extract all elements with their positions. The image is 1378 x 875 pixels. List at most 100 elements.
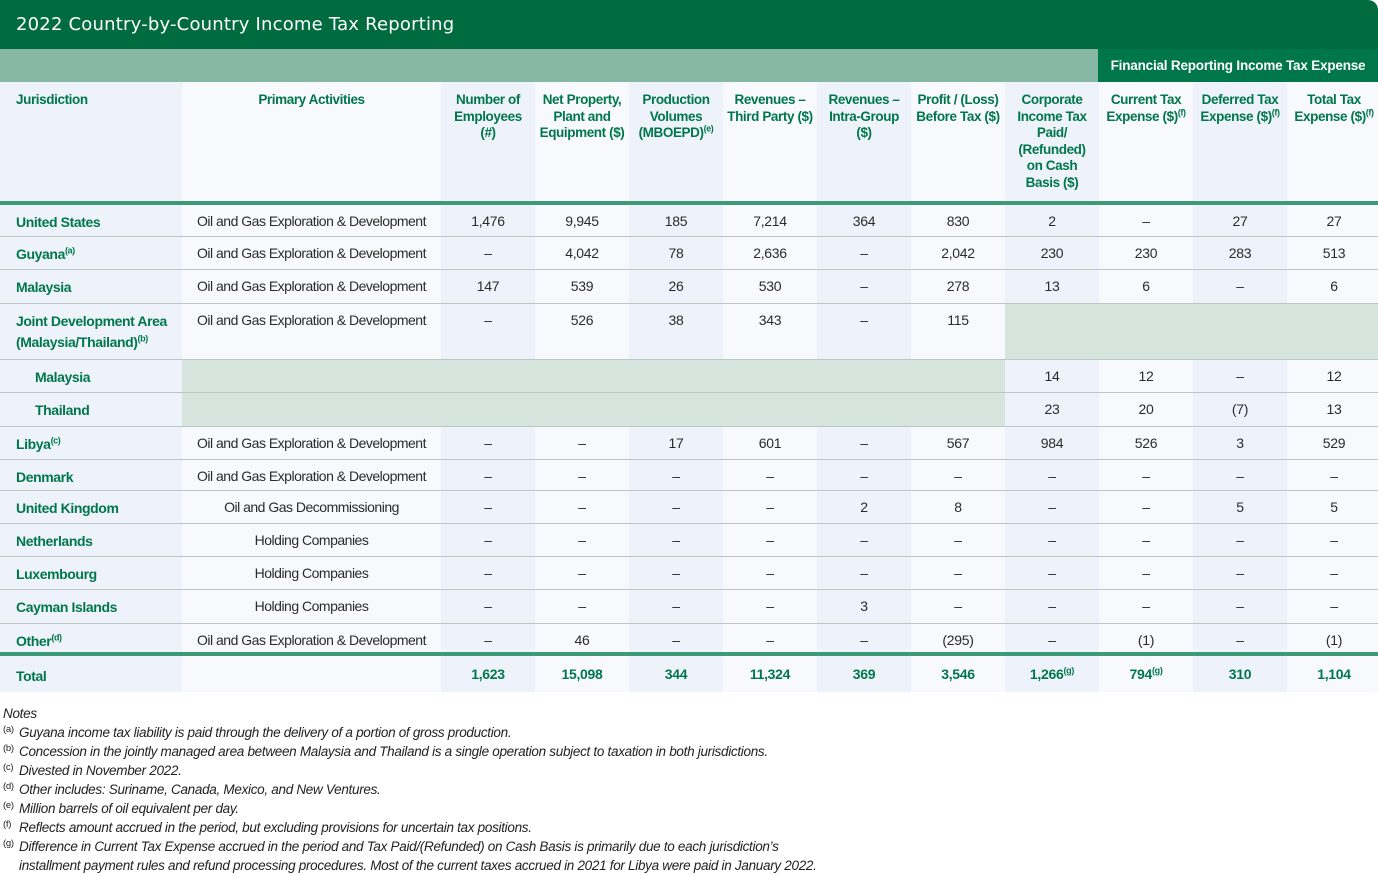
cell-tax-paid: 2 — [1005, 203, 1099, 237]
cell-rev-third: 530 — [723, 269, 817, 304]
cell-jurisdiction: Joint Development Area (Malaysia/Thailan… — [0, 303, 182, 360]
footnote-b: (b) Concession in the jointly managed are… — [3, 743, 768, 759]
cell-total-tax: 12 — [1287, 359, 1378, 393]
cell-total-tax: – — [1287, 589, 1378, 624]
cell-tax-paid: – — [1005, 623, 1099, 655]
cell-tax-paid: 14 — [1005, 359, 1099, 393]
total-deferred-tax: 310 — [1193, 654, 1287, 692]
cell-jurisdiction: Luxembourg — [0, 556, 182, 590]
cell-current-tax: 526 — [1099, 426, 1193, 460]
cell-activity: Holding Companies — [182, 523, 441, 557]
cell-deferred-tax: 283 — [1193, 236, 1287, 270]
footnote-ref: (a) — [64, 244, 75, 255]
cell-employees: – — [441, 303, 535, 360]
footnote-ref: (c) — [50, 434, 61, 445]
cell-ppe: 9,945 — [535, 203, 629, 237]
cell-tax-paid: 13 — [1005, 269, 1099, 304]
total-profit: 3,546 — [911, 654, 1005, 692]
cell-production: – — [629, 490, 723, 524]
total-production: 344 — [629, 654, 723, 692]
cell-ppe: 46 — [535, 623, 629, 655]
col-header-current-tax: Current Tax Expense ($)(f) — [1099, 82, 1193, 203]
cell-rev-third: 2,636 — [723, 236, 817, 270]
cell-activity: Holding Companies — [182, 589, 441, 624]
cell-profit: (295) — [911, 623, 1005, 655]
cell-jurisdiction: United Kingdom — [0, 490, 182, 524]
footnote-ref: (e) — [703, 123, 714, 134]
cell-deferred-tax: – — [1193, 523, 1287, 557]
page-title: 2022 Country-by-Country Income Tax Repor… — [0, 0, 1378, 49]
footnote-d: (d) Other includes: Suriname, Canada, Mex… — [3, 781, 381, 797]
cell-rev-intra: – — [817, 623, 911, 655]
cell-activity: Oil and Gas Exploration & Development — [182, 303, 441, 360]
cell-production: 17 — [629, 426, 723, 460]
cell-deferred-tax: – — [1193, 359, 1287, 393]
col-header-employees: Number of Employees (#) — [441, 82, 535, 203]
cell-deferred-tax: 3 — [1193, 426, 1287, 460]
footnote-ref: (b) — [137, 332, 149, 343]
cell-current-tax: 12 — [1099, 359, 1193, 393]
footnote-ref: (d) — [51, 631, 62, 642]
col-header-jurisdiction: Jurisdiction — [0, 82, 182, 203]
cell-production: – — [629, 589, 723, 624]
cell-jurisdiction: Guyana(a) — [0, 236, 182, 270]
cell-total-tax: 5 — [1287, 490, 1378, 524]
cell-rev-third: – — [723, 523, 817, 557]
footnote-e: (e) Million barrels of oil equivalent per… — [3, 800, 239, 816]
cell-deferred-tax: – — [1193, 623, 1287, 655]
cell-production: 38 — [629, 303, 723, 360]
footnote-f: (f) Reflects amount accrued in the period… — [3, 819, 532, 835]
table-row: United Kingdom Oil and Gas Decommissioni… — [0, 490, 1378, 524]
total-row: Total 1,623 15,098 344 11,324 369 3,546 … — [0, 654, 1378, 692]
cell-profit: 567 — [911, 426, 1005, 460]
col-header-production: Production Volumes (MBOEPD)(e) — [629, 82, 723, 203]
col-header-revenues-intra-group: Revenues – Intra-Group ($) — [817, 82, 911, 203]
table-row: Luxembourg Holding Companies – – – – – –… — [0, 556, 1378, 590]
cell-employees: – — [441, 623, 535, 655]
cell-activity: Oil and Gas Decommissioning — [182, 490, 441, 524]
table-row: Libya(c) Oil and Gas Exploration & Devel… — [0, 426, 1378, 460]
cell-jurisdiction: Malaysia — [0, 359, 182, 393]
total-rev-intra: 369 — [817, 654, 911, 692]
cell-rev-intra: – — [817, 426, 911, 460]
cell-rev-third: – — [723, 589, 817, 624]
cell-current-tax: – — [1099, 556, 1193, 590]
cell-tax-paid: – — [1005, 556, 1099, 590]
cell-employees: 1,476 — [441, 203, 535, 237]
footnote-c: (c) Divested in November 2022. — [3, 762, 182, 778]
total-total-tax: 1,104 — [1287, 654, 1378, 692]
cell-employees: – — [441, 236, 535, 270]
cell-profit: 2,042 — [911, 236, 1005, 270]
cell-tax-paid: – — [1005, 589, 1099, 624]
cell-ppe: – — [535, 490, 629, 524]
cell-profit: 278 — [911, 269, 1005, 304]
cell-rev-third: 7,214 — [723, 203, 817, 237]
cell-profit: 115 — [911, 303, 1005, 360]
col-header-deferred-tax: Deferred Tax Expense ($)(f) — [1193, 82, 1287, 203]
cell-total-tax: – — [1287, 523, 1378, 557]
cell-deferred-tax: (7) — [1193, 392, 1287, 427]
cell-deferred-tax: – — [1193, 589, 1287, 624]
cell-rev-third: – — [723, 556, 817, 590]
cell-activity: Oil and Gas Exploration & Development — [182, 426, 441, 460]
col-header-profit-before-tax: Profit / (Loss) Before Tax ($) — [911, 82, 1005, 203]
table-row: Guyana(a) Oil and Gas Exploration & Deve… — [0, 236, 1378, 270]
cell-current-tax: – — [1099, 490, 1193, 524]
cell-total-tax: – — [1287, 459, 1378, 491]
cell-rev-intra: – — [817, 459, 911, 491]
cell-employees: – — [441, 490, 535, 524]
table-row: Malaysia 14 12 – 12 — [0, 359, 1378, 393]
footnotes: Notes (a) Guyana income tax liability is … — [3, 704, 1203, 875]
table-row: Thailand 23 20 (7) 13 — [0, 392, 1378, 427]
cell-employees: – — [441, 426, 535, 460]
cell-current-tax: (1) — [1099, 623, 1193, 655]
cell-production: – — [629, 623, 723, 655]
cell-tax-paid: – — [1005, 523, 1099, 557]
table-row: Netherlands Holding Companies – – – – – … — [0, 523, 1378, 557]
cell-ppe: 526 — [535, 303, 629, 360]
cell-ppe: – — [535, 556, 629, 590]
cell-profit: – — [911, 459, 1005, 491]
cell-tax-paid: 984 — [1005, 426, 1099, 460]
cell-rev-intra: – — [817, 556, 911, 590]
table-row: United States Oil and Gas Exploration & … — [0, 203, 1378, 237]
